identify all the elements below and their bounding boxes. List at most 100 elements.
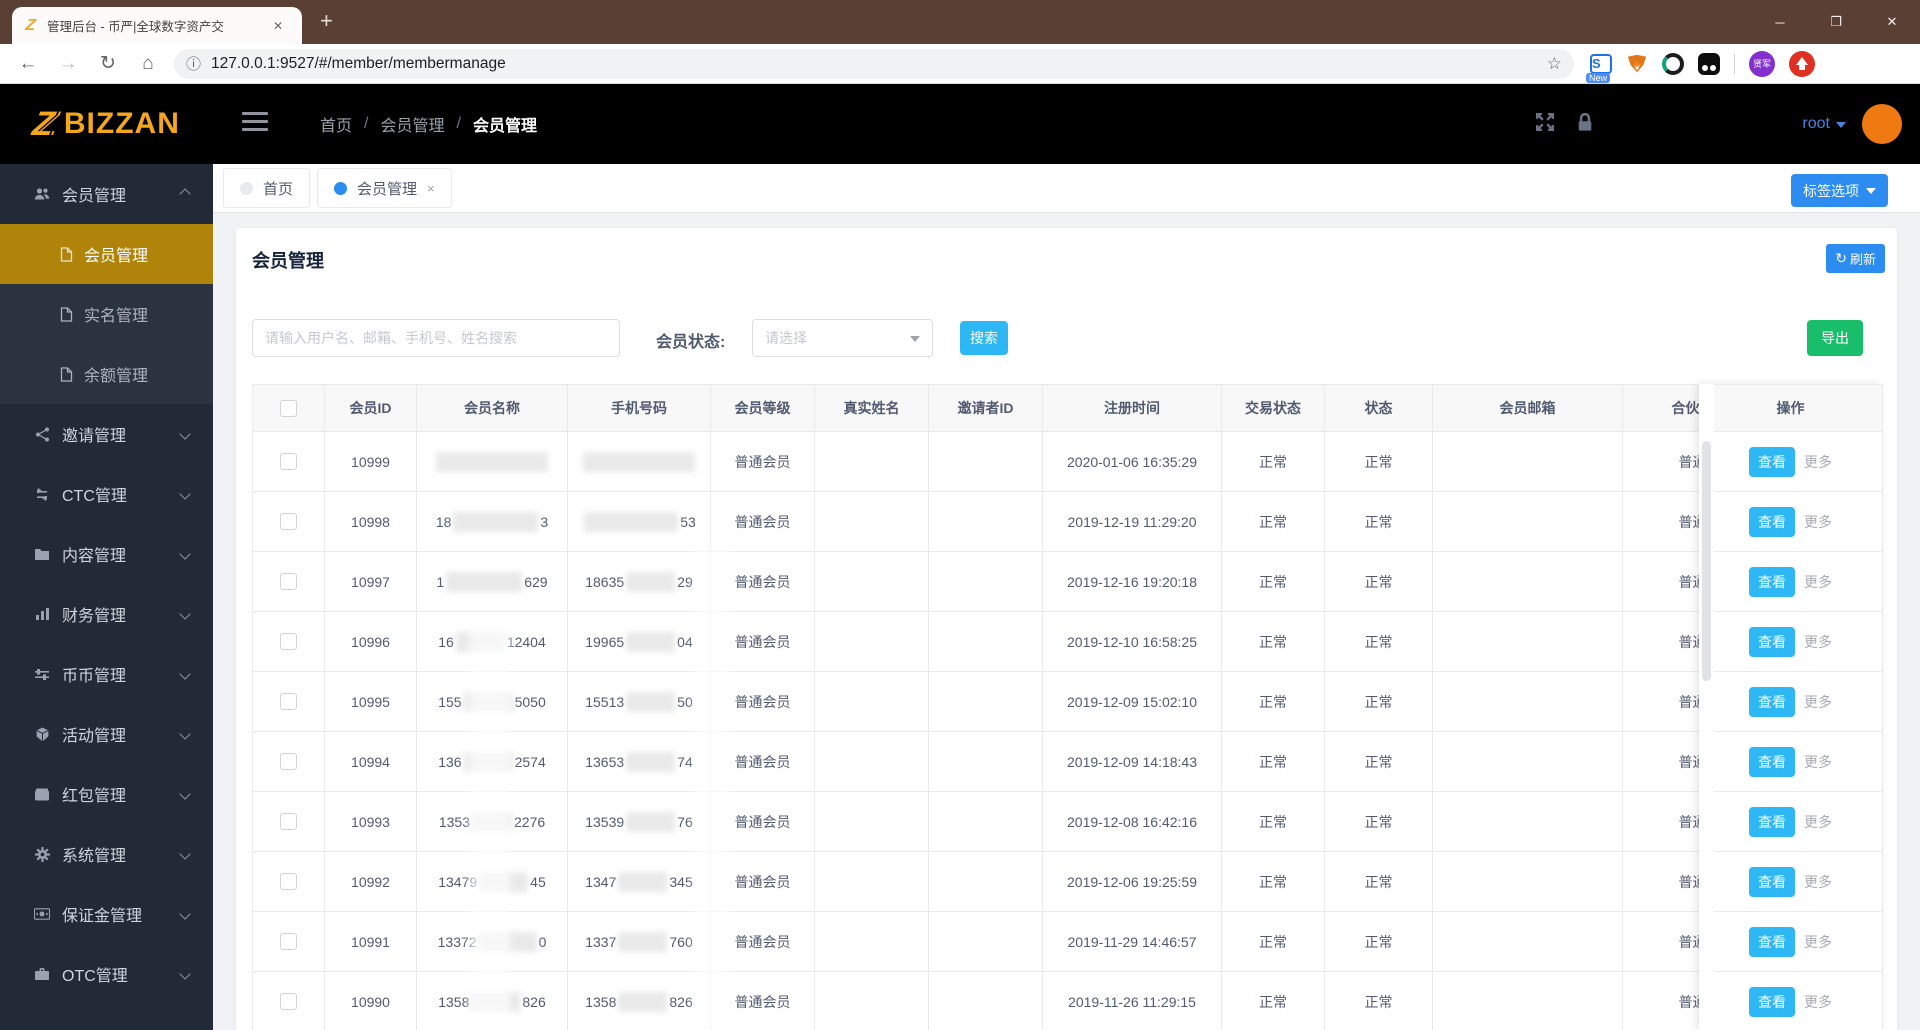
new-tab-button[interactable]: + <box>320 8 333 34</box>
more-link[interactable]: 更多 <box>1804 452 1832 472</box>
browser-tab[interactable]: Z 管理后台 - 币严|全球数字资产交 ✕ <box>12 7 302 44</box>
close-window-button[interactable]: ✕ <box>1864 14 1920 30</box>
view-button[interactable]: 查看 <box>1749 866 1795 897</box>
profile-avatar[interactable]: 贤军 <box>1749 50 1775 77</box>
chevron-down-icon <box>910 336 920 342</box>
sidebar-item-member-manage[interactable]: 会员管理 <box>0 164 213 224</box>
more-link[interactable]: 更多 <box>1804 572 1832 592</box>
refresh-button[interactable]: ↻ 刷新 <box>1826 244 1885 273</box>
row-checkbox[interactable] <box>280 993 297 1010</box>
view-button[interactable]: 查看 <box>1749 806 1795 837</box>
more-link[interactable]: 更多 <box>1804 932 1832 952</box>
status-select[interactable]: 请选择 <box>752 319 933 357</box>
censored-text <box>463 751 513 772</box>
row-checkbox[interactable] <box>280 753 297 770</box>
partner-level: 普通 <box>1623 792 1700 851</box>
sidebar-subitem-realname-manage[interactable]: 实名管理 <box>0 284 213 344</box>
sidebar-item-ctc-manage[interactable]: CTC管理 <box>0 464 213 524</box>
more-link[interactable]: 更多 <box>1804 872 1832 892</box>
view-button[interactable]: 查看 <box>1749 506 1795 537</box>
tag-home[interactable]: 首页 <box>223 168 311 208</box>
select-all-checkbox[interactable] <box>280 399 297 417</box>
member-level: 普通会员 <box>711 852 815 911</box>
sidebar-item-invite-manage[interactable]: 邀请管理 <box>0 404 213 464</box>
metamask-fox-icon[interactable] <box>1626 53 1648 75</box>
more-link[interactable]: 更多 <box>1804 992 1832 1012</box>
restore-button[interactable]: ❐ <box>1808 14 1864 30</box>
bookmark-star-icon[interactable]: ☆ <box>1547 54 1562 74</box>
sidebar-item-margin-manage[interactable]: 保证金管理 <box>0 884 213 944</box>
breadcrumb-home[interactable]: 首页 <box>320 112 352 136</box>
fullscreen-icon[interactable] <box>1534 111 1556 138</box>
minimize-button[interactable]: ─ <box>1752 15 1808 30</box>
extension-s-icon[interactable]: S New <box>1586 53 1612 83</box>
tag-options-button[interactable]: 标签选项 <box>1791 174 1888 207</box>
sidebar-item-activity-manage[interactable]: 活动管理 <box>0 704 213 764</box>
sidebar-item-content-manage[interactable]: 内容管理 <box>0 524 213 584</box>
more-link[interactable]: 更多 <box>1804 632 1832 652</box>
tag-member-manage[interactable]: 会员管理 × <box>317 168 452 208</box>
sidebar-item-finance-manage[interactable]: 财务管理 <box>0 584 213 644</box>
tab-close-icon[interactable]: ✕ <box>273 19 283 33</box>
more-link[interactable]: 更多 <box>1804 812 1832 832</box>
search-button[interactable]: 搜索 <box>960 321 1008 355</box>
breadcrumb: 首页 / 会员管理 / 会员管理 <box>320 84 537 164</box>
user-menu[interactable]: root <box>1802 115 1846 133</box>
address-bar[interactable]: ⓘ 127.0.0.1:9527/#/member/membermanage ☆ <box>174 48 1574 79</box>
row-checkbox[interactable] <box>280 873 297 890</box>
sidebar-item-coin-manage[interactable]: 币币管理 <box>0 644 213 704</box>
forward-icon[interactable]: → <box>48 53 88 75</box>
export-button[interactable]: 导出 <box>1807 320 1863 356</box>
table-row: 10997 1 629 18635 29 普通会员 2019-12-16 19:20… <box>253 552 1699 612</box>
circle-extension-icon[interactable] <box>1662 52 1684 75</box>
tag-close-icon[interactable]: × <box>427 181 435 196</box>
view-button[interactable]: 查看 <box>1749 746 1795 777</box>
real-name <box>815 732 929 791</box>
sidebar-item-otc-manage[interactable]: OTC管理 <box>0 944 213 1004</box>
row-checkbox[interactable] <box>280 693 297 710</box>
view-button[interactable]: 查看 <box>1749 446 1795 477</box>
chevron-down-icon <box>1836 122 1846 128</box>
member-email <box>1433 432 1623 491</box>
search-input[interactable] <box>252 319 620 357</box>
column-header: 真实姓名 <box>815 385 929 431</box>
partner-level: 普通 <box>1623 972 1700 1030</box>
breadcrumb-section[interactable]: 会员管理 <box>380 112 444 136</box>
home-icon[interactable]: ⌂ <box>128 53 168 75</box>
row-checkbox[interactable] <box>280 573 297 590</box>
more-link[interactable]: 更多 <box>1804 692 1832 712</box>
more-link[interactable]: 更多 <box>1804 752 1832 772</box>
reload-icon[interactable]: ↻ <box>88 52 128 75</box>
bizzan-logo[interactable]: Z BIZZAN <box>0 84 213 164</box>
sidebar-subitem-balance-manage[interactable]: 余额管理 <box>0 344 213 404</box>
inviter-id <box>929 792 1043 851</box>
menu-toggle-icon[interactable] <box>242 112 268 131</box>
row-checkbox[interactable] <box>280 633 297 650</box>
back-icon[interactable]: ← <box>8 53 48 75</box>
view-button[interactable]: 查看 <box>1749 566 1795 597</box>
dots-extension-icon[interactable] <box>1698 52 1720 75</box>
member-name: 18 3 <box>417 492 568 551</box>
sidebar-item-redpacket-manage[interactable]: 红包管理 <box>0 764 213 824</box>
table-scrollbar-thumb[interactable] <box>1702 441 1711 681</box>
row-checkbox[interactable] <box>280 933 297 950</box>
view-button[interactable]: 查看 <box>1749 986 1795 1017</box>
more-link[interactable]: 更多 <box>1804 512 1832 532</box>
lock-icon[interactable] <box>1574 111 1596 138</box>
row-checkbox[interactable] <box>280 453 297 470</box>
user-avatar[interactable] <box>1862 104 1902 144</box>
view-button[interactable]: 查看 <box>1749 626 1795 657</box>
row-checkbox[interactable] <box>280 813 297 830</box>
view-button[interactable]: 查看 <box>1749 926 1795 957</box>
trade-status: 正常 <box>1222 792 1325 851</box>
browser-update-icon[interactable] <box>1789 50 1815 77</box>
row-checkbox[interactable] <box>280 513 297 530</box>
table-scroll-area[interactable]: 会员ID 会员名称 手机号码 会员等级 真实姓名 邀请者ID 注册时间 交易状态 状态 会员邮箱合… <box>252 384 1699 1030</box>
sidebar-item-system-manage[interactable]: 系统管理 <box>0 824 213 884</box>
column-header: 交易状态 <box>1222 385 1325 431</box>
sidebar-subitem-member-manage[interactable]: 会员管理 <box>0 224 213 284</box>
table-scrollbar-track[interactable] <box>1699 384 1714 1030</box>
view-button[interactable]: 查看 <box>1749 686 1795 717</box>
censored-text <box>453 511 539 532</box>
site-info-icon[interactable]: ⓘ <box>186 53 201 74</box>
